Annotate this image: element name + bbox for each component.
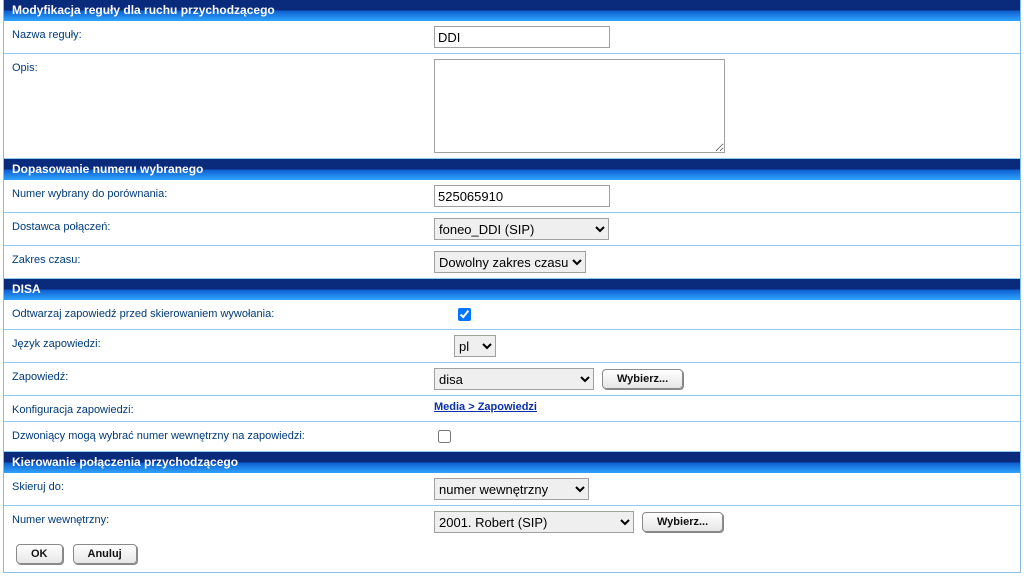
section-header-modify: Modyfikacja reguły dla ruchu przychodząc… xyxy=(4,0,1020,21)
section-header-routing: Kierowanie połączenia przychodzącego xyxy=(4,452,1020,473)
label-route-target: Skieruj do: xyxy=(12,478,434,493)
row-extension: Numer wewnętrzny: 2001. Robert (SIP) Wyb… xyxy=(4,506,1020,538)
link-media-announcements[interactable]: Media > Zapowiedzi xyxy=(434,401,537,413)
section-header-disa: DISA xyxy=(4,279,1020,300)
select-route-target[interactable]: numer wewnętrzny xyxy=(434,478,589,500)
select-provider[interactable]: foneo_DDI (SIP) xyxy=(434,218,609,240)
label-announcement-config: Konfiguracja zapowiedzi: xyxy=(12,401,434,416)
cancel-button[interactable]: Anuluj xyxy=(73,544,137,564)
label-rule-name: Nazwa reguły: xyxy=(12,26,434,41)
input-dialed-number[interactable] xyxy=(434,185,610,207)
select-extension[interactable]: 2001. Robert (SIP) xyxy=(434,511,634,533)
row-announcement-config: Konfiguracja zapowiedzi: Media > Zapowie… xyxy=(4,396,1020,422)
label-provider: Dostawca połączeń: xyxy=(12,218,434,233)
input-rule-name[interactable] xyxy=(434,26,610,48)
label-announcement: Zapowiedź: xyxy=(12,368,434,383)
row-description: Opis: xyxy=(4,54,1020,159)
label-play-announcement: Odtwarzaj zapowiedź przed skierowaniem w… xyxy=(12,305,454,320)
checkbox-callers-can-dial[interactable] xyxy=(438,430,451,443)
label-extension: Numer wewnętrzny: xyxy=(12,511,434,526)
label-dialed-number: Numer wybrany do porównania: xyxy=(12,185,434,200)
button-select-extension[interactable]: Wybierz... xyxy=(642,512,723,532)
select-announcement[interactable]: disa xyxy=(434,368,594,390)
checkbox-play-announcement[interactable] xyxy=(458,308,471,321)
row-route-target: Skieruj do: numer wewnętrzny xyxy=(4,473,1020,506)
row-play-announcement: Odtwarzaj zapowiedź przed skierowaniem w… xyxy=(4,300,1020,330)
row-provider: Dostawca połączeń: foneo_DDI (SIP) xyxy=(4,213,1020,246)
label-time-range: Zakres czasu: xyxy=(12,251,434,266)
label-description: Opis: xyxy=(12,59,434,74)
select-time-range[interactable]: Dowolny zakres czasu xyxy=(434,251,586,273)
label-callers-can-dial: Dzwoniący mogą wybrać numer wewnętrzny n… xyxy=(12,427,434,442)
footer-buttons: OK Anuluj xyxy=(4,538,1020,572)
section-header-match: Dopasowanie numeru wybranego xyxy=(4,159,1020,180)
textarea-description[interactable] xyxy=(434,59,725,153)
form-container: Modyfikacja reguły dla ruchu przychodząc… xyxy=(3,0,1021,573)
row-dialed-number: Numer wybrany do porównania: xyxy=(4,180,1020,213)
ok-button[interactable]: OK xyxy=(16,544,63,564)
row-time-range: Zakres czasu: Dowolny zakres czasu xyxy=(4,246,1020,279)
row-callers-can-dial: Dzwoniący mogą wybrać numer wewnętrzny n… xyxy=(4,422,1020,452)
row-announcement: Zapowiedź: disa Wybierz... xyxy=(4,363,1020,396)
select-announcement-lang[interactable]: pl xyxy=(454,335,496,357)
button-select-announcement[interactable]: Wybierz... xyxy=(602,369,683,389)
row-announcement-lang: Język zapowiedzi: pl xyxy=(4,330,1020,363)
label-announcement-lang: Język zapowiedzi: xyxy=(12,335,454,350)
row-rule-name: Nazwa reguły: xyxy=(4,21,1020,54)
